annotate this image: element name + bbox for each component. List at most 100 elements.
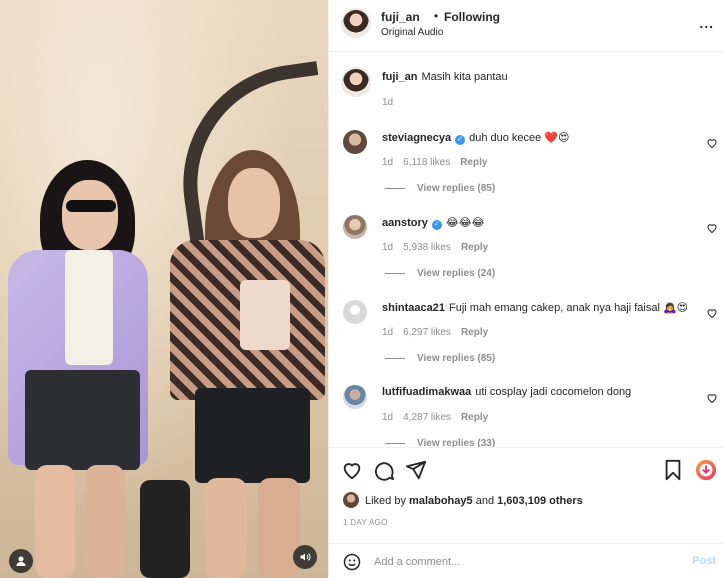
woman-left-shorts	[25, 370, 140, 470]
comment-body: duh duo kecee ❤️😍	[469, 132, 570, 144]
replies-line	[385, 273, 405, 274]
download-extension-icon[interactable]	[695, 459, 717, 481]
woman-left-leg	[85, 465, 125, 578]
comment-item: lutfifuadimakwaa uti cosplay jadi cocomel…	[329, 380, 725, 447]
comment-text: shintaaca21 Fuji mah emang cakep, anak ny…	[382, 301, 688, 314]
header-username[interactable]: fuji_an	[381, 10, 420, 24]
comment-like-heart-icon[interactable]	[706, 307, 718, 319]
view-replies-button[interactable]: View replies (85)	[385, 183, 495, 194]
comment-likes[interactable]: 6,118 likes	[403, 157, 450, 168]
post-video[interactable]	[0, 0, 328, 578]
emoji-icon[interactable]	[343, 553, 361, 571]
comment-meta: 1d 6,297 likes Reply	[382, 327, 498, 338]
caption: fuji_an Masih kita pantau 1d	[329, 52, 725, 122]
comment-like-heart-icon[interactable]	[706, 137, 718, 149]
comment-time: 1d	[382, 157, 394, 168]
view-replies-button[interactable]: View replies (24)	[385, 268, 495, 279]
sunglasses	[66, 200, 116, 212]
comment-time: 1d	[382, 327, 394, 338]
woman-left-face	[62, 180, 118, 250]
likes-text: Liked by malabohay5 and 1,603,109 others	[365, 495, 583, 507]
avatar[interactable]	[341, 8, 371, 38]
comment-text: aanstory ✓ 😂😂😂	[382, 216, 484, 230]
separator-dot: •	[434, 9, 439, 23]
reply-button[interactable]: Reply	[461, 242, 488, 253]
tagged-users-button[interactable]	[9, 549, 33, 573]
replies-line	[385, 188, 405, 189]
post-button[interactable]: Post	[692, 555, 716, 567]
comment-likes[interactable]: 5,938 likes	[403, 242, 451, 253]
avatar[interactable]	[343, 215, 367, 239]
comments-list[interactable]: fuji_an Masih kita pantau 1d steviagnecya…	[329, 52, 725, 447]
comment-input[interactable]	[374, 552, 674, 572]
speaker-icon	[300, 553, 311, 561]
comment-meta: 1d 6,118 likes Reply	[382, 157, 497, 168]
replies-line	[385, 358, 405, 359]
view-replies-label: View replies (33)	[417, 438, 496, 447]
avatar[interactable]	[343, 385, 367, 409]
woman-right-shorts	[195, 388, 310, 483]
following-button[interactable]: Following	[444, 10, 500, 24]
avatar[interactable]	[343, 492, 359, 508]
avatar[interactable]	[343, 130, 367, 154]
comment-meta: 1d 4,287 likes Reply	[382, 412, 498, 423]
avatar[interactable]	[343, 300, 367, 324]
user-icon	[16, 556, 26, 566]
comment-username[interactable]: lutfifuadimakwaa	[382, 386, 471, 398]
comment-time: 1d	[382, 242, 394, 253]
comment-likes[interactable]: 4,287 likes	[403, 412, 451, 423]
reply-button[interactable]: Reply	[461, 412, 488, 423]
woman-right-face	[228, 168, 280, 238]
add-comment-bar: Post	[329, 543, 725, 578]
view-replies-label: View replies (85)	[417, 353, 496, 364]
comment-item: shintaaca21 Fuji mah emang cakep, anak ny…	[329, 295, 725, 380]
share-icon[interactable]	[405, 459, 427, 481]
comment-text: steviagnecya ✓ duh duo kecee ❤️😍	[382, 131, 570, 145]
likes-count[interactable]: 1,603,109 others	[497, 495, 583, 507]
view-replies-button[interactable]: View replies (33)	[385, 438, 495, 447]
comment-username[interactable]: steviagnecya	[382, 132, 451, 144]
heart-icon[interactable]	[341, 459, 363, 481]
reply-button[interactable]: Reply	[461, 327, 488, 338]
liked-by-user[interactable]: malabohay5	[409, 495, 473, 507]
post-sidebar: fuji_an • Following Original Audio ... f…	[328, 0, 725, 578]
replies-line	[385, 443, 405, 444]
view-replies-button[interactable]: View replies (85)	[385, 353, 495, 364]
audio-link[interactable]: Original Audio	[381, 27, 443, 38]
woman-right-top	[240, 280, 290, 350]
verified-badge-icon: ✓	[455, 135, 466, 145]
verified-badge-icon: ✓	[431, 220, 442, 230]
caption-time: 1d	[382, 97, 394, 108]
comment-item: aanstory ✓ 😂😂😂 1d 5,938 likes Reply View rep…	[329, 210, 725, 295]
comment-username[interactable]: aanstory	[382, 217, 428, 229]
bookmark-icon[interactable]	[662, 459, 684, 481]
comment-icon[interactable]	[373, 459, 395, 481]
audio-toggle-button[interactable]	[293, 545, 317, 569]
handbag	[140, 480, 190, 578]
more-icon[interactable]: ...	[699, 15, 714, 31]
view-replies-label: View replies (24)	[417, 268, 496, 279]
caption-body: Masih kita pantau	[421, 71, 508, 83]
comment-like-heart-icon[interactable]	[706, 392, 718, 404]
comment-likes[interactable]: 6,297 likes	[403, 327, 451, 338]
comment-body: 😂😂😂	[445, 217, 485, 229]
post-time: 1 DAY AGO	[343, 518, 388, 527]
woman-right-leg	[205, 478, 247, 578]
comment-meta: 1d 5,938 likes Reply	[382, 242, 498, 253]
comment-text: lutfifuadimakwaa uti cosplay jadi cocomel…	[382, 386, 631, 398]
woman-left-top	[65, 250, 113, 365]
likes-and: and	[475, 495, 495, 507]
caption-text: fuji_an Masih kita pantau	[382, 71, 508, 83]
post-actions	[329, 447, 725, 492]
likes-prefix: Liked by	[365, 495, 406, 507]
avatar[interactable]	[341, 67, 371, 97]
comment-username[interactable]: shintaaca21	[382, 302, 445, 314]
comment-time: 1d	[382, 412, 394, 423]
reply-button[interactable]: Reply	[460, 157, 487, 168]
caption-username[interactable]: fuji_an	[382, 71, 417, 83]
view-replies-label: View replies (85)	[417, 183, 496, 194]
comment-item: steviagnecya ✓ duh duo kecee ❤️😍 1d 6,118 l…	[329, 125, 725, 210]
post-header: fuji_an • Following Original Audio ...	[329, 0, 725, 52]
comment-like-heart-icon[interactable]	[706, 222, 718, 234]
comment-body: Fuji mah emang cakep, anak nya haji fais…	[448, 302, 689, 314]
